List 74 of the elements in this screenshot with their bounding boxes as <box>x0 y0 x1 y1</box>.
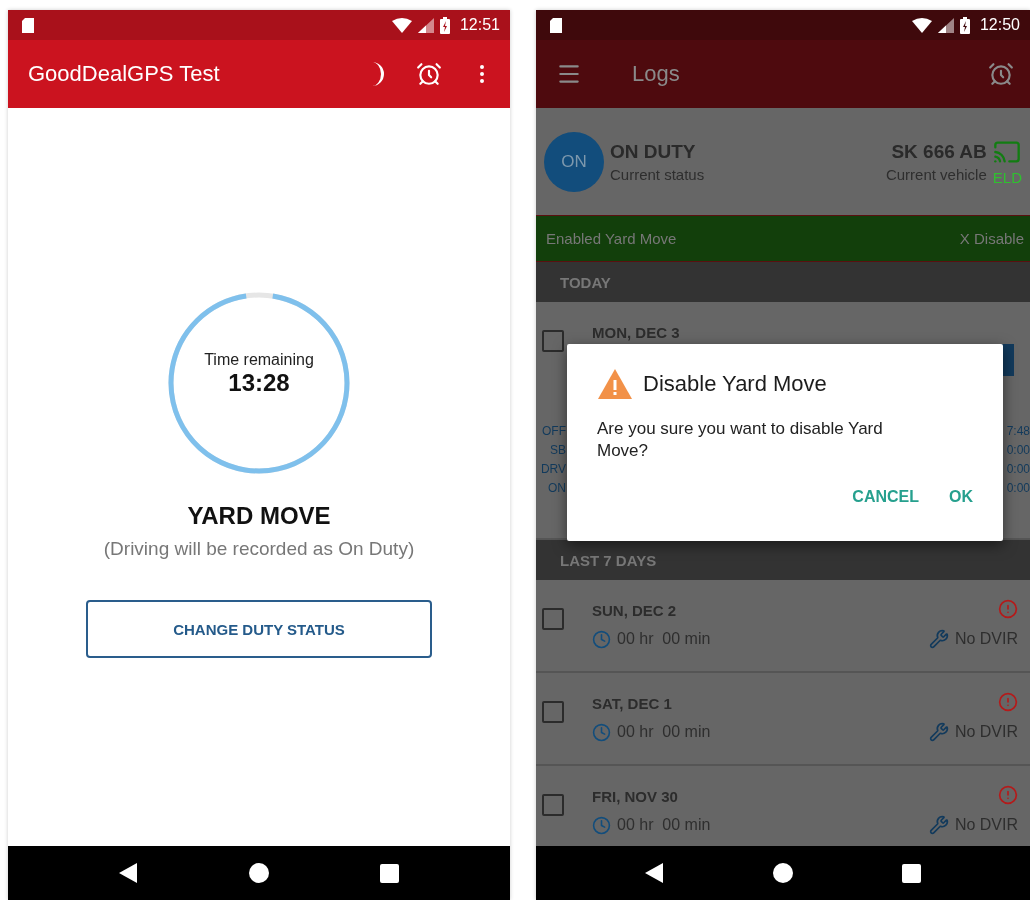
battery-icon <box>439 16 450 34</box>
checkbox[interactable] <box>542 330 564 352</box>
sd-card-icon <box>550 17 562 33</box>
checkbox[interactable] <box>542 608 564 630</box>
app-title: Logs <box>632 61 680 87</box>
summary-label: ON <box>548 481 566 495</box>
alert-icon <box>998 598 1018 619</box>
sd-card-icon <box>22 17 34 33</box>
day-row[interactable]: FRI, NOV 30 00 hr 00 min No DVIR <box>536 766 1030 846</box>
alarm-clock-icon[interactable] <box>416 61 442 87</box>
mode-note: (Driving will be recorded as On Duty) <box>103 538 415 560</box>
back-icon[interactable] <box>119 863 138 883</box>
timer-label: Time remaining <box>204 351 314 369</box>
battery-icon <box>959 16 970 34</box>
summary-label: OFF <box>542 424 566 438</box>
wrench-icon <box>928 629 949 649</box>
clock-time: 12:50 <box>979 16 1020 34</box>
eld-label: ELD <box>992 168 1022 186</box>
status-subtitle: Current status <box>610 165 705 183</box>
timer-value: 13:28 <box>228 369 290 397</box>
home-icon[interactable] <box>248 863 269 883</box>
day-date: SUN, DEC 2 <box>592 602 677 619</box>
duration-text: 00 hr 00 min <box>617 723 711 741</box>
banner-text: Enabled Yard Move <box>546 230 677 247</box>
dialog-button[interactable]: CANCEL <box>852 484 919 510</box>
warning-icon <box>597 368 633 400</box>
mode-title: YARD MOVE <box>187 502 331 530</box>
section-header: LAST 7 DAYS <box>536 540 1030 580</box>
status-badge: ON <box>544 131 604 192</box>
dvir-status: No DVIR <box>954 723 1018 741</box>
dialog-message: Are you sure you want to disable Yard Move? <box>597 418 884 462</box>
checkbox[interactable] <box>542 794 564 816</box>
day-row[interactable]: SAT, DEC 1 00 hr 00 min No DVIR <box>536 673 1030 766</box>
day-row[interactable]: SUN, DEC 2 00 hr 00 min No DVIR <box>536 580 1030 673</box>
wrench-icon <box>928 815 949 835</box>
clock-time: 12:51 <box>459 16 500 34</box>
disable-link[interactable]: X Disable <box>959 230 1024 247</box>
day-date: SAT, DEC 1 <box>592 695 672 712</box>
summary-label: DRV <box>540 462 566 476</box>
vehicle-title: SK 666 AB <box>891 140 987 163</box>
day-date: FRI, NOV 30 <box>592 788 678 805</box>
wrench-icon <box>928 722 949 742</box>
app-title: GoodDealGPS Test <box>28 61 220 87</box>
change-status-button[interactable]: CHANGE DUTY STATUS <box>86 600 432 658</box>
clock-icon <box>592 815 611 835</box>
clock-icon <box>592 722 611 742</box>
duration-text: 00 hr 00 min <box>617 816 711 834</box>
wifi-icon <box>911 17 932 33</box>
back-icon[interactable] <box>645 863 664 883</box>
dialog-button[interactable]: OK <box>949 484 973 510</box>
wifi-icon <box>391 17 412 33</box>
checkbox[interactable] <box>542 701 564 723</box>
summary-value: 0:00 <box>1006 481 1030 495</box>
recents-icon[interactable] <box>901 863 921 883</box>
signal-icon <box>937 17 954 33</box>
summary-value: 0:00 <box>1006 462 1030 476</box>
alarm-clock-icon[interactable] <box>988 61 1014 87</box>
summary-value: 0:00 <box>1006 443 1030 457</box>
alert-icon <box>998 784 1018 805</box>
status-title: ON DUTY <box>610 140 696 163</box>
clock-icon <box>592 629 611 649</box>
duration-text: 00 hr 00 min <box>617 630 711 648</box>
summary-value: 7:48 <box>1006 424 1030 438</box>
dvir-status: No DVIR <box>954 816 1018 834</box>
vehicle-subtitle: Current vehicle <box>885 165 987 183</box>
dvir-status: No DVIR <box>954 630 1018 648</box>
dialog-title: Disable Yard Move <box>643 371 827 397</box>
home-icon[interactable] <box>772 863 793 883</box>
signal-icon <box>417 17 434 33</box>
section-header: TODAY <box>536 262 1030 302</box>
alert-icon <box>998 691 1018 712</box>
day-date: MON, DEC 3 <box>592 324 681 341</box>
summary-label: SB <box>550 443 566 457</box>
recents-icon[interactable] <box>379 863 399 883</box>
